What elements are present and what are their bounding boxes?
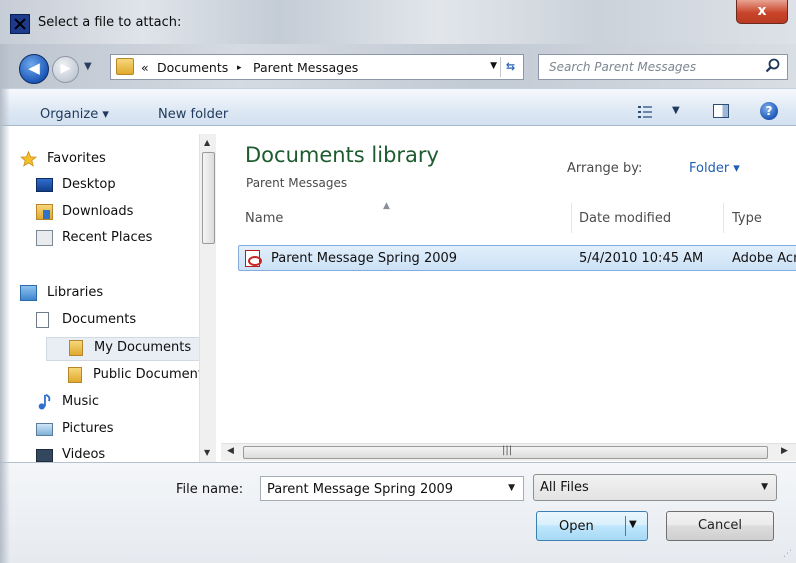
preview-pane-button[interactable] [713,104,729,118]
column-header-date-modified[interactable]: Date modified [579,211,671,226]
address-dropdown-button[interactable]: ▼ [490,61,497,71]
videos-icon [36,449,53,462]
address-bar[interactable]: « Documents ▸ Parent Messages ▼ ⇆ [110,54,524,80]
file-list-pane: Documents library Parent Messages Arrang… [221,127,796,447]
scroll-right-arrow-icon[interactable]: ▶ [781,446,788,456]
nav-item-desktop[interactable]: Desktop [36,175,196,197]
change-view-button[interactable]: ▼ [638,102,682,122]
navigation-pane: Favorites Desktop Downloads Recent Place… [0,127,218,463]
file-type-select[interactable]: All Files ▼ [533,474,777,501]
search-icon[interactable] [765,58,781,74]
back-arrow-icon: ◀ [28,59,40,77]
file-type: Adobe Acrobat Document [732,251,796,266]
star-icon [20,151,37,167]
nav-label: Documents [62,312,137,327]
file-name: Parent Message Spring 2009 [271,251,458,266]
library-subtitle: Parent Messages [246,176,348,190]
back-button[interactable]: ◀ [19,54,49,84]
breadcrumb-parent-messages[interactable]: Parent Messages [253,60,358,75]
scroll-left-arrow-icon[interactable]: ◀ [227,446,234,456]
file-type-value: All Files [540,480,589,495]
libraries-icon [20,285,37,301]
refresh-icon[interactable]: ⇆ [500,57,520,77]
organize-button[interactable]: Organize ▾ [40,107,109,122]
window-title: Select a file to attach: [38,15,182,30]
documents-icon [36,312,49,328]
nav-item-favorites[interactable]: Favorites [20,149,190,171]
scroll-thumb[interactable] [202,152,215,244]
desktop-icon [36,178,53,192]
scroll-grip-icon: ||| [502,445,513,456]
music-icon [38,394,51,410]
scroll-down-arrow-icon[interactable]: ▼ [204,448,210,457]
nav-item-pictures[interactable]: Pictures [36,419,196,441]
arrange-by-label: Arrange by: [567,161,643,176]
search-input[interactable] [539,55,759,79]
open-options-dropdown-icon[interactable]: ▼ [629,519,637,530]
cancel-button[interactable]: Cancel [666,511,774,541]
search-box[interactable] [538,54,788,80]
file-date-modified: 5/4/2010 10:45 AM [579,251,704,266]
nav-label: Videos [62,447,106,462]
forward-button[interactable]: ▶ [52,56,79,83]
pictures-icon [36,423,53,436]
chevron-down-icon[interactable]: ▼ [508,483,515,493]
scroll-up-arrow-icon[interactable]: ▲ [204,138,210,147]
arrange-by-dropdown[interactable]: Folder ▾ [689,161,740,176]
nav-item-music[interactable]: Music [36,392,196,414]
scroll-thumb[interactable]: ||| [243,445,768,459]
help-icon[interactable]: ? [760,102,778,120]
folder-icon [116,58,134,75]
nav-item-public-documents[interactable]: Public Documents [68,365,218,387]
forward-arrow-icon: ▶ [60,61,71,76]
nav-vertical-scrollbar[interactable]: ▲ ▼ [199,134,216,463]
file-row[interactable]: Parent Message Spring 2009 5/4/2010 10:4… [238,245,796,271]
nav-item-libraries[interactable]: Libraries [20,283,190,305]
nav-item-documents[interactable]: Documents [36,310,196,332]
column-divider[interactable] [571,203,572,233]
view-list-icon [638,106,652,118]
nav-item-recent-places[interactable]: Recent Places [36,228,196,250]
recent-pages-dropdown[interactable]: ▼ [84,61,92,72]
open-button[interactable]: Open ▼ [536,511,648,541]
close-button[interactable]: x [736,0,788,24]
nav-item-downloads[interactable]: Downloads [36,202,196,224]
chevron-down-icon: ▼ [672,105,680,116]
split-divider [625,516,626,536]
app-icon [10,14,30,34]
nav-label: Favorites [47,151,106,166]
nav-item-my-documents[interactable]: My Documents [46,337,200,361]
column-divider[interactable] [723,203,724,233]
column-header-type[interactable]: Type [732,211,762,226]
recent-places-icon [36,230,53,246]
nav-label: Public Documents [93,367,210,382]
nav-label: My Documents [94,340,192,355]
file-name-combobox[interactable]: Parent Message Spring 2009 ▼ [260,476,524,501]
folder-icon [69,340,83,356]
nav-label: Downloads [62,204,134,219]
breadcrumb-documents[interactable]: Documents [157,60,228,75]
nav-label: Libraries [47,285,104,300]
new-folder-button[interactable]: New folder [158,107,228,122]
file-name-label: File name: [176,482,244,497]
folder-icon [68,367,82,383]
nav-label: Music [62,394,99,409]
nav-label: Recent Places [62,230,153,245]
breadcrumb-separator[interactable]: ▸ [237,63,242,73]
open-button-label: Open [559,519,594,534]
chevron-down-icon: ▼ [761,482,768,492]
file-name-value[interactable]: Parent Message Spring 2009 [267,482,453,497]
resize-grip-icon[interactable]: ⋰ [783,549,792,559]
pdf-file-icon [245,250,262,267]
sort-ascending-icon: ▲ [383,201,390,211]
file-list-horizontal-scrollbar[interactable]: ◀ ||| ▶ [221,443,796,461]
breadcrumb-overflow[interactable]: « [141,60,149,75]
nav-label: Desktop [62,177,116,192]
nav-label: Pictures [62,421,114,436]
library-title: Documents library [245,143,439,167]
downloads-icon [36,204,53,220]
nav-item-videos[interactable]: Videos [36,445,196,463]
column-header-name[interactable]: Name [245,211,283,226]
